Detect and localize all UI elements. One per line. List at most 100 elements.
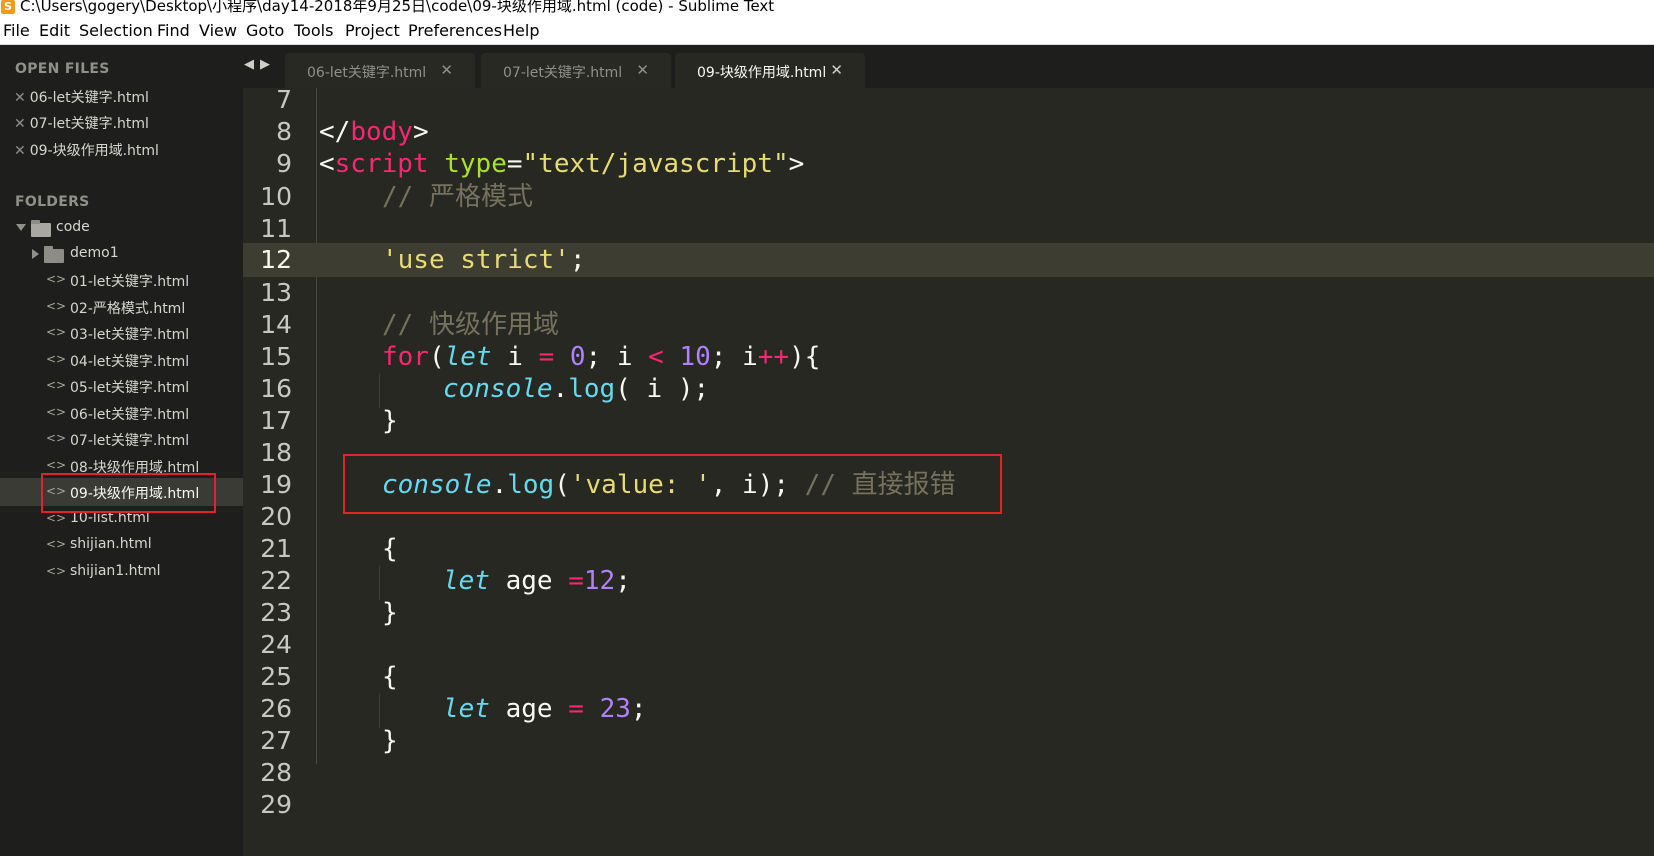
file-label: 06-let关键字.html bbox=[70, 407, 190, 423]
menu-selection[interactable]: Selection bbox=[79, 21, 153, 40]
token: ; bbox=[630, 694, 647, 724]
file-item[interactable]: <> 05-let关键字.html bbox=[0, 372, 243, 400]
line-number: 18 bbox=[260, 438, 292, 467]
folders-heading: FOLDERS bbox=[15, 194, 90, 210]
token: ( i ); bbox=[615, 374, 710, 404]
file-label: shijian.html bbox=[70, 536, 152, 552]
tab-next-arrow-icon[interactable]: ▶ bbox=[260, 57, 270, 72]
code-line: 9 <script type="text/javascript"> bbox=[243, 147, 1654, 181]
token: log bbox=[568, 374, 616, 404]
line-number: 9 bbox=[276, 149, 292, 178]
file-item[interactable]: <> 06-let关键字.html bbox=[0, 399, 243, 427]
token: ; i bbox=[710, 342, 758, 372]
token: </ bbox=[319, 117, 351, 147]
close-icon[interactable]: ✕ bbox=[636, 61, 649, 79]
menu-help[interactable]: Help bbox=[503, 21, 539, 40]
close-icon[interactable]: ✕ bbox=[14, 90, 26, 106]
title-bar: S C:\Users\gogery\Desktop\小程序\day14-2018… bbox=[0, 0, 1654, 17]
code-line: 24 bbox=[243, 628, 1654, 662]
comment: // 严格模式 bbox=[382, 182, 533, 212]
annotation-box-sidebar bbox=[41, 473, 216, 513]
file-label: 05-let关键字.html bbox=[70, 380, 190, 396]
menu-file[interactable]: File bbox=[3, 21, 30, 40]
code-text: let age = 23; bbox=[443, 692, 647, 726]
close-icon[interactable]: ✕ bbox=[830, 61, 843, 79]
file-item[interactable]: <> 01-let关键字.html bbox=[0, 266, 243, 294]
open-file-item[interactable]: ✕ 06-let关键字.html bbox=[14, 87, 149, 107]
code-text: 'use strict'; bbox=[382, 243, 586, 277]
window-title: C:\Users\gogery\Desktop\小程序\day14-2018年9… bbox=[20, 0, 775, 15]
line-number: 20 bbox=[260, 502, 292, 531]
code-file-icon: <> bbox=[46, 378, 67, 392]
menu-goto[interactable]: Goto bbox=[246, 21, 284, 40]
tab-label: 07-let关键字.html bbox=[503, 65, 623, 81]
file-label: 02-严格模式.html bbox=[70, 301, 186, 317]
menu-preferences[interactable]: Preferences bbox=[408, 21, 502, 40]
file-label: shijian1.html bbox=[70, 563, 161, 579]
code-line: 27} bbox=[243, 724, 1654, 758]
file-item[interactable]: <> 07-let关键字.html bbox=[0, 425, 243, 453]
file-item[interactable]: <> shijian1.html bbox=[0, 558, 243, 586]
token: = bbox=[568, 566, 584, 596]
close-icon[interactable]: ✕ bbox=[14, 116, 26, 132]
folder-code[interactable]: code bbox=[0, 214, 243, 242]
chevron-right-icon[interactable] bbox=[32, 249, 39, 259]
open-file-item[interactable]: ✕ 07-let关键字.html bbox=[14, 113, 149, 133]
code-line: 16 console.log( i ); bbox=[243, 372, 1654, 406]
code-line: 23} bbox=[243, 596, 1654, 630]
line-number: 11 bbox=[260, 214, 292, 243]
code-line: 22 let age =12; bbox=[243, 564, 1654, 598]
line-number: 15 bbox=[260, 342, 292, 371]
code-text: { bbox=[382, 534, 398, 564]
tab-06-let[interactable]: 06-let关键字.html ✕ bbox=[285, 53, 475, 88]
tab-label: 06-let关键字.html bbox=[307, 65, 427, 81]
code-text: } bbox=[382, 406, 398, 436]
line-number: 22 bbox=[260, 566, 292, 595]
line-number: 16 bbox=[260, 374, 292, 403]
code-text: } bbox=[382, 726, 398, 756]
line-number: 19 bbox=[260, 470, 292, 499]
code-editor[interactable]: 7 8 </body> 9 <script type="text/javascrip… bbox=[243, 88, 1654, 856]
token: 0 bbox=[569, 342, 586, 372]
folder-icon bbox=[44, 246, 64, 263]
token: > bbox=[788, 149, 805, 179]
token: > bbox=[412, 117, 429, 147]
folder-label: demo1 bbox=[70, 245, 119, 261]
file-item[interactable]: <> 02-严格模式.html bbox=[0, 293, 243, 321]
line-number: 17 bbox=[260, 406, 292, 435]
file-item[interactable]: <> 03-let关键字.html bbox=[0, 319, 243, 347]
token: let bbox=[443, 566, 490, 596]
menu-tools[interactable]: Tools bbox=[294, 21, 333, 40]
folder-demo1[interactable]: demo1 bbox=[0, 240, 243, 268]
tab-07-let[interactable]: 07-let关键字.html ✕ bbox=[481, 53, 671, 88]
file-item[interactable]: <> 04-let关键字.html bbox=[0, 346, 243, 374]
token: let bbox=[444, 342, 492, 372]
menu-project[interactable]: Project bbox=[345, 21, 400, 40]
close-icon[interactable]: ✕ bbox=[440, 61, 453, 79]
code-line: 7 bbox=[243, 88, 1654, 117]
code-line: 26 let age = 23; bbox=[243, 692, 1654, 726]
tab-prev-arrow-icon[interactable]: ◀ bbox=[244, 57, 254, 72]
token: age bbox=[489, 566, 569, 596]
menu-edit[interactable]: Edit bbox=[39, 21, 70, 40]
file-item[interactable]: <> shijian.html bbox=[0, 531, 243, 559]
code-file-icon: <> bbox=[46, 458, 67, 472]
chevron-down-icon[interactable] bbox=[16, 224, 26, 231]
token: script bbox=[334, 149, 429, 179]
code-line: 28 bbox=[243, 756, 1654, 790]
code-file-icon: <> bbox=[46, 564, 67, 578]
token: ){ bbox=[789, 342, 821, 372]
line-number: 29 bbox=[260, 790, 292, 819]
menu-view[interactable]: View bbox=[199, 21, 237, 40]
line-number: 13 bbox=[260, 278, 292, 307]
file-label: 07-let关键字.html bbox=[70, 433, 190, 449]
code-line: 25 { bbox=[243, 660, 1654, 694]
line-number: 7 bbox=[276, 88, 292, 114]
menu-find[interactable]: Find bbox=[157, 21, 190, 40]
open-file-item[interactable]: ✕ 09-块级作用域.html bbox=[14, 140, 159, 160]
tab-09-block-scope[interactable]: 09-块级作用域.html ✕ bbox=[675, 53, 865, 88]
close-icon[interactable]: ✕ bbox=[14, 143, 26, 159]
code-line: 17} bbox=[243, 404, 1654, 438]
sublime-app-icon: S bbox=[1, 0, 15, 14]
code-file-icon: <> bbox=[46, 352, 67, 366]
